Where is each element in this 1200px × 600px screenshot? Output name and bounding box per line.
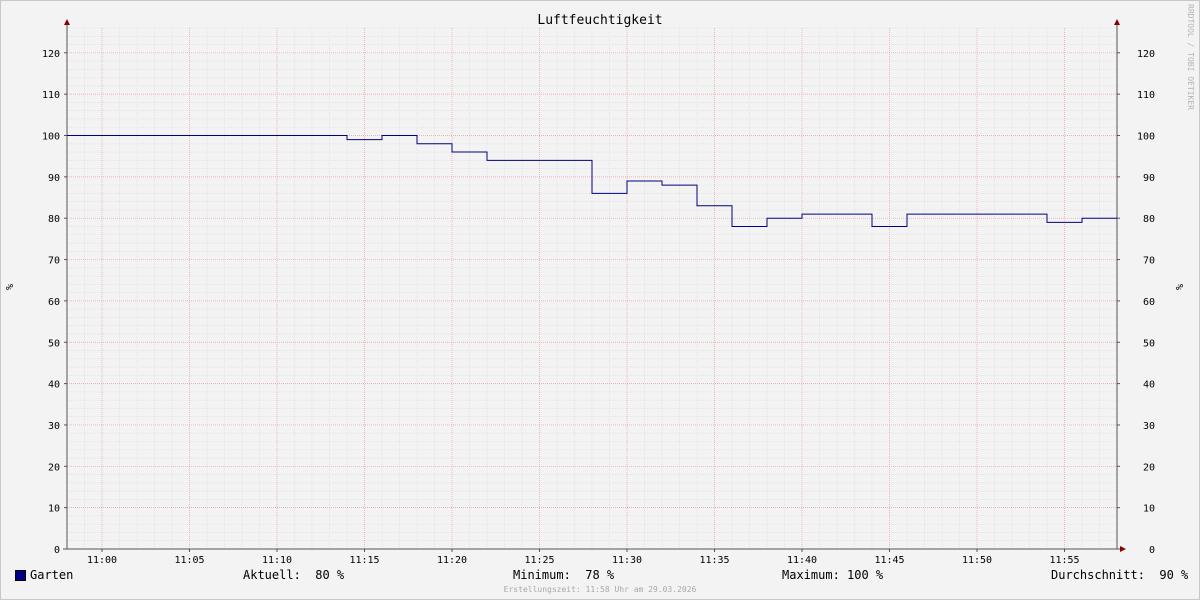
y-tick-label-right: 20 xyxy=(1143,462,1155,473)
chart-title: Luftfeuchtigkeit xyxy=(537,13,662,28)
y-tick-label-right: 0 xyxy=(1149,545,1155,556)
x-axis-arrow xyxy=(1120,546,1126,552)
y-tick-label-right: 80 xyxy=(1143,214,1155,225)
x-tick-labels: 11:00 11:05 11:10 11:15 11:20 11:25 11:30 11:35… xyxy=(87,555,1080,566)
x-tick-label: 11:50 xyxy=(962,555,992,566)
y-tick-label-left: 100 xyxy=(42,132,60,143)
legend-maximum: Maximum: 100 % xyxy=(782,568,884,582)
y-tick-label-left: 90 xyxy=(48,173,60,184)
legend-series-name: Garten xyxy=(30,568,74,582)
x-tick-label: 11:05 xyxy=(174,555,204,566)
y-tick-labels: 0 0 10 10 20 20 30 30 40 40 50 50 60 60 70 70 80 80 90 90 10… xyxy=(42,49,1155,556)
y-axis-arrow-right xyxy=(1114,19,1120,25)
x-tick-label: 11:10 xyxy=(262,555,292,566)
humidity-chart: Luftfeuchtigkeit RRDTOOL / TOBI OETIKER … xyxy=(5,4,1195,566)
y-tick-label-left: 50 xyxy=(48,338,60,349)
y-tick-label-left: 30 xyxy=(48,421,60,432)
y-tick-label-left: 120 xyxy=(42,49,60,60)
x-tick-label: 11:55 xyxy=(1049,555,1079,566)
legend-current: Aktuell: 80 % xyxy=(243,568,345,582)
y-tick-label-left: 110 xyxy=(42,90,60,101)
axes xyxy=(63,19,1126,552)
legend-minimum: Minimum: 78 % xyxy=(513,568,615,582)
y-tick-label-left: 70 xyxy=(48,256,60,267)
y-tick-label-left: 10 xyxy=(48,504,60,515)
y-tick-label-right: 90 xyxy=(1143,173,1155,184)
legend-average: Durchschnitt: 90 % xyxy=(1051,568,1189,582)
y-axis-label-left: % xyxy=(5,284,16,290)
y-tick-label-right: 110 xyxy=(1137,90,1155,101)
y-tick-label-left: 40 xyxy=(48,380,60,391)
y-tick-label-right: 60 xyxy=(1143,297,1155,308)
y-tick-label-right: 50 xyxy=(1143,338,1155,349)
x-tick-label: 11:25 xyxy=(524,555,554,566)
x-tick-label: 11:40 xyxy=(787,555,817,566)
y-tick-label-left: 60 xyxy=(48,297,60,308)
y-tick-label-right: 40 xyxy=(1143,380,1155,391)
y-tick-label-right: 30 xyxy=(1143,421,1155,432)
y-tick-label-left: 20 xyxy=(48,462,60,473)
y-tick-label-right: 70 xyxy=(1143,256,1155,267)
y-tick-label-left: 80 xyxy=(48,214,60,225)
legend-swatch xyxy=(15,570,26,581)
x-tick-label: 11:35 xyxy=(699,555,729,566)
x-tick-label: 11:15 xyxy=(349,555,379,566)
y-axis-label-right: % xyxy=(1175,284,1186,290)
y-tick-label-right: 120 xyxy=(1137,49,1155,60)
x-tick-label: 11:00 xyxy=(87,555,117,566)
creation-time: Erstellungszeit: 11:58 Uhr am 29.03.2026 xyxy=(503,585,697,594)
grid xyxy=(66,27,1118,549)
y-tick-label-right: 100 xyxy=(1137,132,1155,143)
x-tick-label: 11:45 xyxy=(874,555,904,566)
x-tick-label: 11:20 xyxy=(437,555,467,566)
watermark: RRDTOOL / TOBI OETIKER xyxy=(1186,4,1195,110)
y-tick-label-right: 10 xyxy=(1143,504,1155,515)
y-axis-arrow-left xyxy=(64,19,70,25)
y-tick-label-left: 0 xyxy=(54,545,60,556)
x-tick-label: 11:30 xyxy=(612,555,642,566)
